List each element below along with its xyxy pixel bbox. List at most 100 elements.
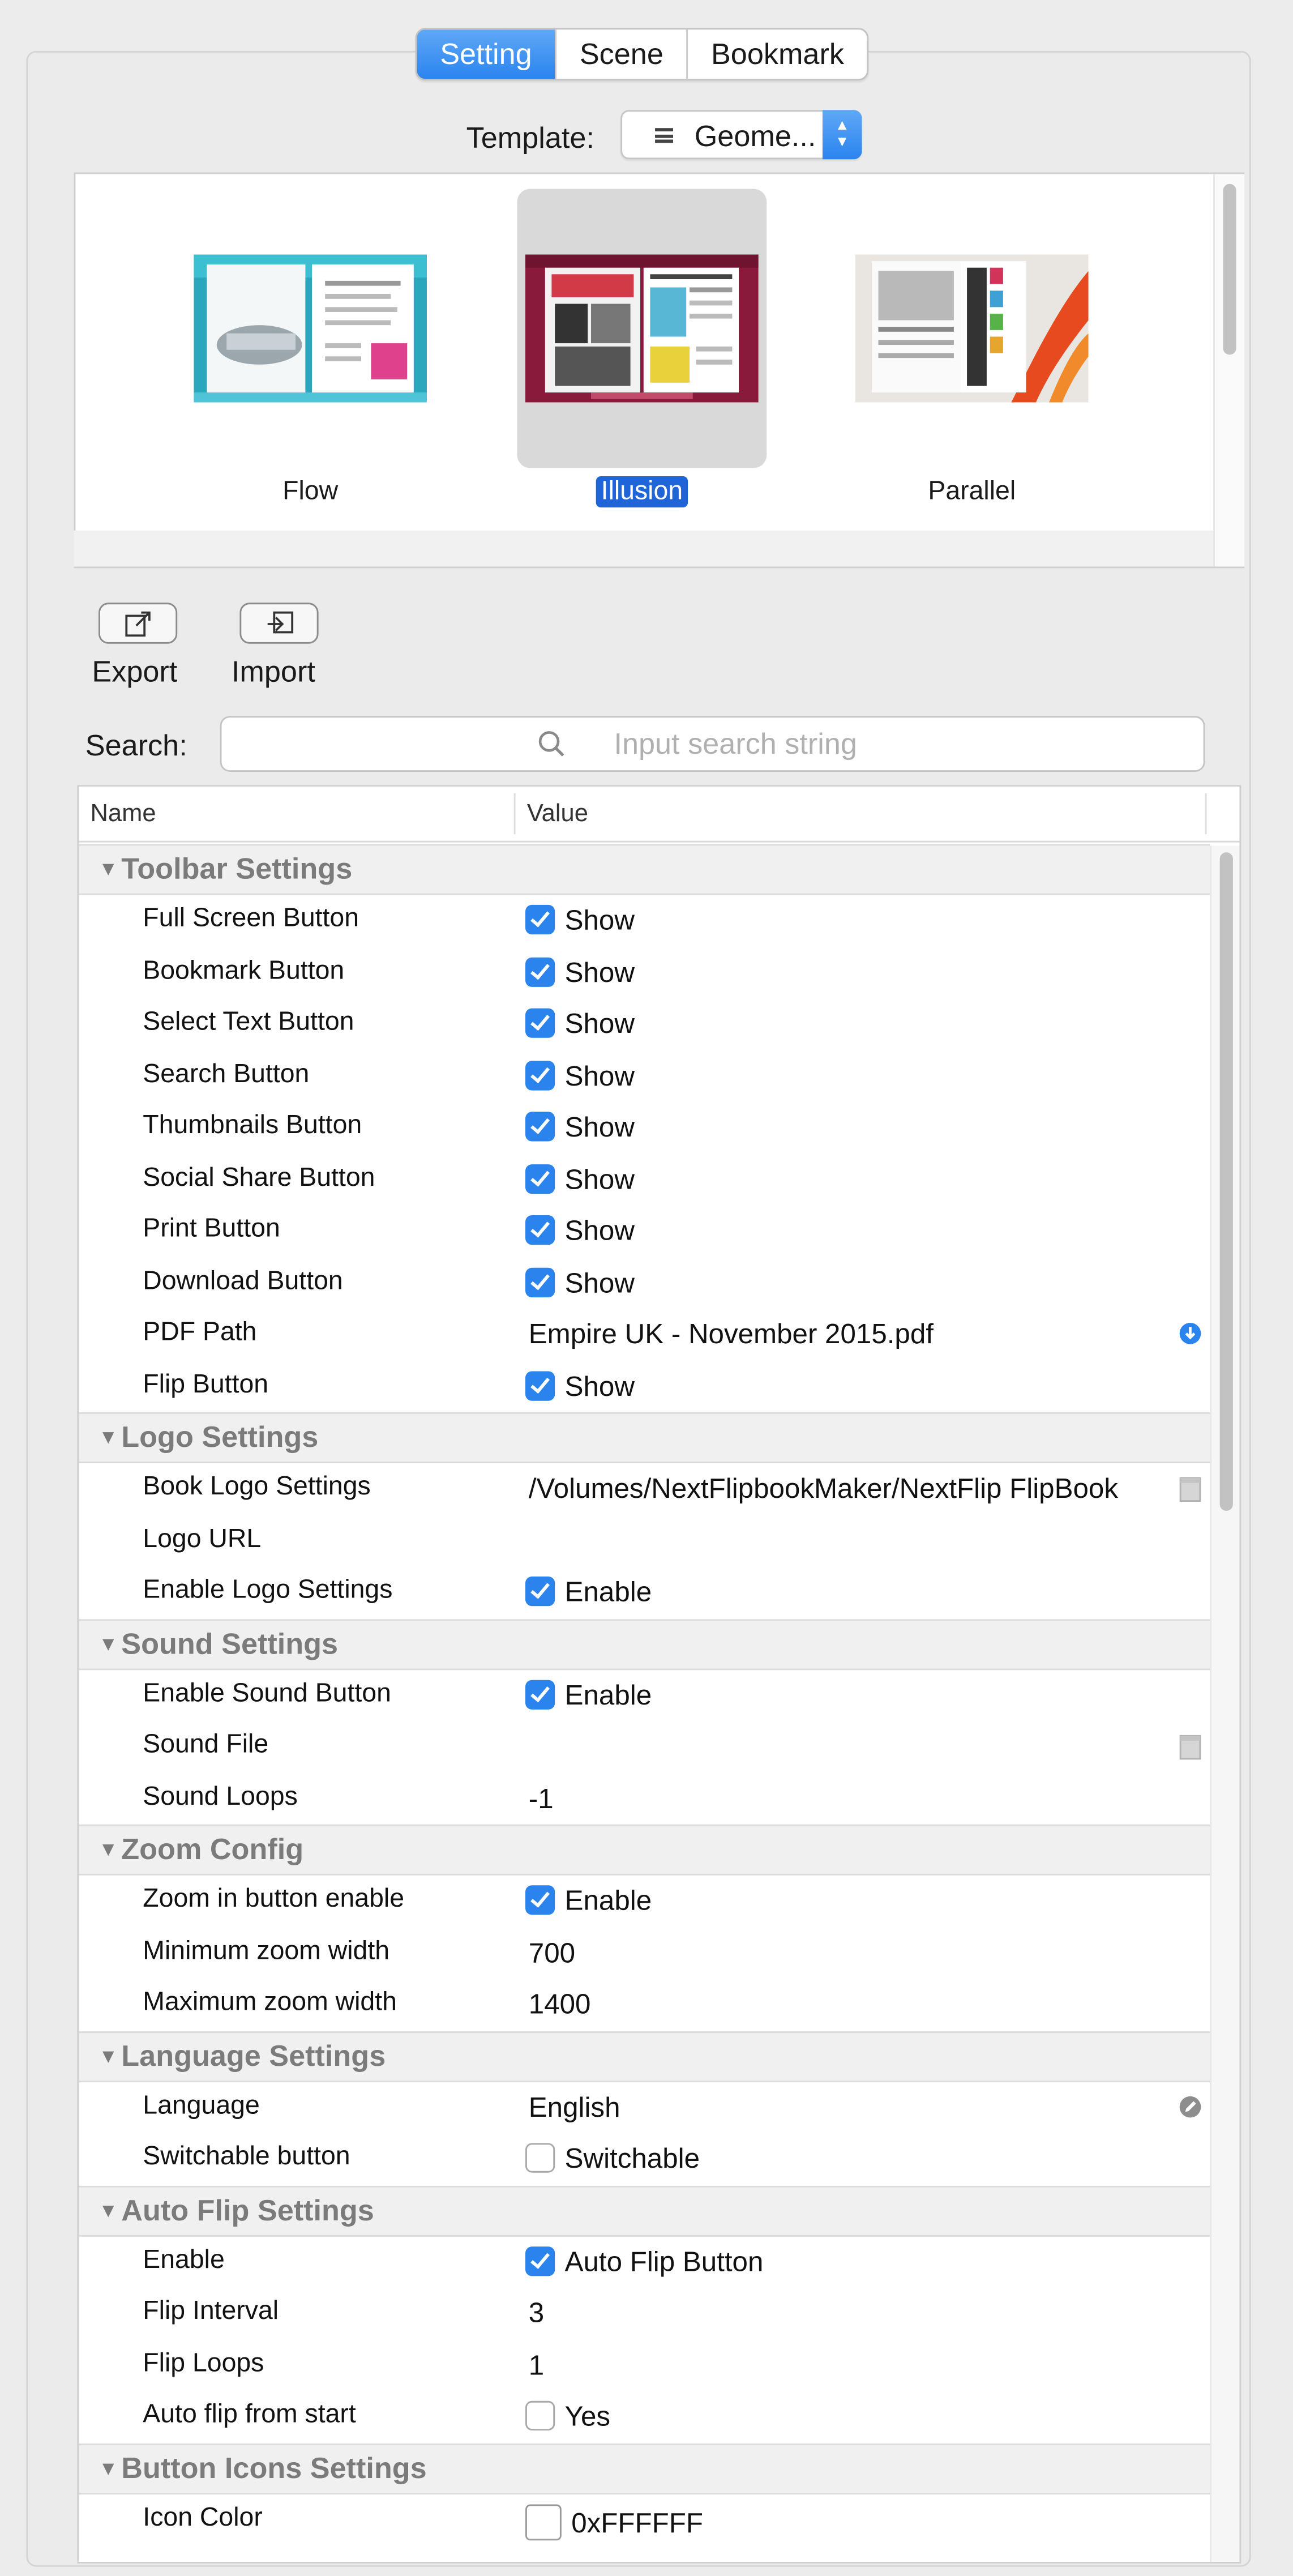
file-icon[interactable] <box>1179 1734 1202 1768</box>
template-select[interactable]: Geome... ▲ ▼ <box>620 110 862 160</box>
checkbox-label[interactable]: Enable <box>565 1577 652 1608</box>
tab-setting[interactable]: Setting <box>417 29 555 79</box>
checkbox-checked[interactable] <box>525 1577 555 1607</box>
property-value[interactable]: Show <box>525 1060 635 1093</box>
property-value[interactable]: 1400 <box>529 1989 591 2022</box>
checkbox-label[interactable]: Show <box>565 905 635 936</box>
property-row-sound-file[interactable]: Sound File <box>79 1721 1210 1772</box>
property-value[interactable]: /Volumes/NextFlipbookMaker/NextFlip Flip… <box>529 1473 1118 1506</box>
property-row-search-button[interactable]: Search Button Show <box>79 1050 1210 1102</box>
checkbox-checked[interactable] <box>525 2245 555 2275</box>
property-value[interactable]: 3 <box>529 2297 544 2330</box>
import-label[interactable]: Import <box>232 655 315 690</box>
disclosure-triangle-icon[interactable]: ▼ <box>99 2456 118 2479</box>
checkbox-checked[interactable] <box>525 1215 555 1245</box>
checkbox-checked[interactable] <box>525 1885 555 1915</box>
property-row-pdf-path[interactable]: PDF Path Empire UK - November 2015.pdf <box>79 1309 1210 1360</box>
property-row-enable-sound-button[interactable]: Enable Sound Button Enable <box>79 1669 1210 1721</box>
checkbox-label[interactable]: Show <box>565 956 635 988</box>
search-field[interactable] <box>220 716 1205 772</box>
property-row-auto-flip-from-start[interactable]: Auto flip from start Yes <box>79 2391 1210 2442</box>
group-button-icons-settings[interactable]: ▼ Button Icons Settings <box>79 2442 1210 2494</box>
checkbox-unchecked[interactable] <box>525 2143 555 2173</box>
tab-scene[interactable]: Scene <box>555 29 686 79</box>
property-value[interactable]: Show <box>525 956 635 989</box>
property-value[interactable]: Enable <box>525 1885 652 1918</box>
property-row-select-text-button[interactable]: Select Text Button Show <box>79 998 1210 1050</box>
checkbox-label[interactable]: Enable <box>565 1679 652 1710</box>
group-zoom-config[interactable]: ▼ Zoom Config <box>79 1824 1210 1876</box>
group-logo-settings[interactable]: ▼ Logo Settings <box>79 1412 1210 1463</box>
property-row-zoom-in-button-enable[interactable]: Zoom in button enable Enable <box>79 1876 1210 1927</box>
property-value[interactable]: -1 <box>529 1783 554 1815</box>
export-button[interactable] <box>99 603 178 644</box>
property-value[interactable]: English <box>529 2091 620 2124</box>
property-row-enable[interactable]: Enable Auto Flip Button <box>79 2236 1210 2287</box>
disclosure-triangle-icon[interactable]: ▼ <box>99 2198 118 2222</box>
column-header-value[interactable]: Value <box>527 800 588 827</box>
template-item-parallel[interactable] <box>847 189 1097 468</box>
property-row-language[interactable]: Language English <box>79 2082 1210 2133</box>
disclosure-triangle-icon[interactable]: ▼ <box>99 1631 118 1655</box>
group-toolbar-settings[interactable]: ▼ Toolbar Settings <box>79 844 1210 895</box>
checkbox-label[interactable]: Show <box>565 1267 635 1298</box>
property-row-social-share-button[interactable]: Social Share Button Show <box>79 1154 1210 1205</box>
checkbox-label[interactable]: Show <box>565 1009 635 1040</box>
scrollbar-thumb[interactable] <box>1219 852 1233 1511</box>
checkbox-label[interactable]: Auto Flip Button <box>565 2246 764 2277</box>
property-row-minimum-zoom-width[interactable]: Minimum zoom width 700 <box>79 1927 1210 1979</box>
checkbox-label[interactable]: Yes <box>565 2401 610 2432</box>
property-value[interactable]: 0xFFFFFF <box>525 2504 703 2540</box>
template-item-flow[interactable] <box>186 189 435 468</box>
property-value[interactable]: Show <box>525 1163 635 1197</box>
template-name-flow[interactable]: Flow <box>186 476 435 509</box>
property-row-download-button[interactable]: Download Button Show <box>79 1257 1210 1309</box>
checkbox-checked[interactable] <box>525 1112 555 1142</box>
checkbox-checked[interactable] <box>525 904 555 935</box>
property-value[interactable]: Enable <box>525 1577 652 1609</box>
checkbox-label[interactable]: Switchable <box>565 2143 700 2175</box>
property-value[interactable]: Switchable <box>525 2143 700 2176</box>
import-button[interactable] <box>239 603 319 644</box>
property-value[interactable]: 1 <box>529 2349 544 2382</box>
property-row-flip-loops[interactable]: Flip Loops 1 <box>79 2339 1210 2391</box>
property-row-print-button[interactable]: Print Button Show <box>79 1206 1210 1257</box>
property-row-full-screen-button[interactable]: Full Screen Button Show <box>79 895 1210 947</box>
property-row-logo-url[interactable]: Logo URL <box>79 1515 1210 1566</box>
checkbox-unchecked[interactable] <box>525 2400 555 2430</box>
property-value[interactable]: Empire UK - November 2015.pdf <box>529 1319 934 1352</box>
property-value[interactable]: Show <box>525 1267 635 1300</box>
property-row-switchable-button[interactable]: Switchable button Switchable <box>79 2133 1210 2185</box>
property-row-thumbnails-button[interactable]: Thumbnails Button Show <box>79 1102 1210 1154</box>
property-value[interactable]: Auto Flip Button <box>525 2245 764 2279</box>
scrollbar-thumb[interactable] <box>1223 183 1236 355</box>
checkbox-checked[interactable] <box>525 1008 555 1038</box>
property-table-scrollbar[interactable] <box>1210 845 1240 2562</box>
checkbox-checked[interactable] <box>525 1163 555 1193</box>
checkbox-checked[interactable] <box>525 1370 555 1400</box>
property-row-enable-logo-settings[interactable]: Enable Logo Settings Enable <box>79 1567 1210 1618</box>
property-row-bookmark-button[interactable]: Bookmark Button Show <box>79 947 1210 998</box>
file-icon[interactable] <box>1179 1476 1202 1511</box>
checkbox-label[interactable]: Show <box>565 1060 635 1091</box>
checkbox-checked[interactable] <box>525 956 555 986</box>
property-value[interactable]: 700 <box>529 1937 575 1970</box>
property-row-flip-button[interactable]: Flip Button Show <box>79 1361 1210 1412</box>
property-row-sound-loops[interactable]: Sound Loops -1 <box>79 1773 1210 1825</box>
checkbox-checked[interactable] <box>525 1267 555 1297</box>
property-row-flip-interval[interactable]: Flip Interval 3 <box>79 2288 1210 2339</box>
disclosure-triangle-icon[interactable]: ▼ <box>99 857 118 881</box>
disclosure-triangle-icon[interactable]: ▼ <box>99 2044 118 2067</box>
property-value[interactable]: Show <box>525 1215 635 1248</box>
disclosure-triangle-icon[interactable]: ▼ <box>99 1425 118 1449</box>
group-language-settings[interactable]: ▼ Language Settings <box>79 2030 1210 2082</box>
search-input[interactable] <box>221 717 1204 771</box>
property-row-book-logo-settings[interactable]: Book Logo Settings/Volumes/NextFlipbookM… <box>79 1463 1210 1515</box>
property-value[interactable]: Show <box>525 1008 635 1041</box>
property-value[interactable]: Enable <box>525 1679 652 1712</box>
checkbox-label[interactable]: Show <box>565 1370 635 1402</box>
checkbox-label[interactable]: Show <box>565 1112 635 1143</box>
chevron-up-down-icon[interactable]: ▲ ▼ <box>822 110 862 160</box>
template-name-illusion[interactable]: Illusion <box>517 476 767 509</box>
checkbox-label[interactable]: Enable <box>565 1885 652 1916</box>
